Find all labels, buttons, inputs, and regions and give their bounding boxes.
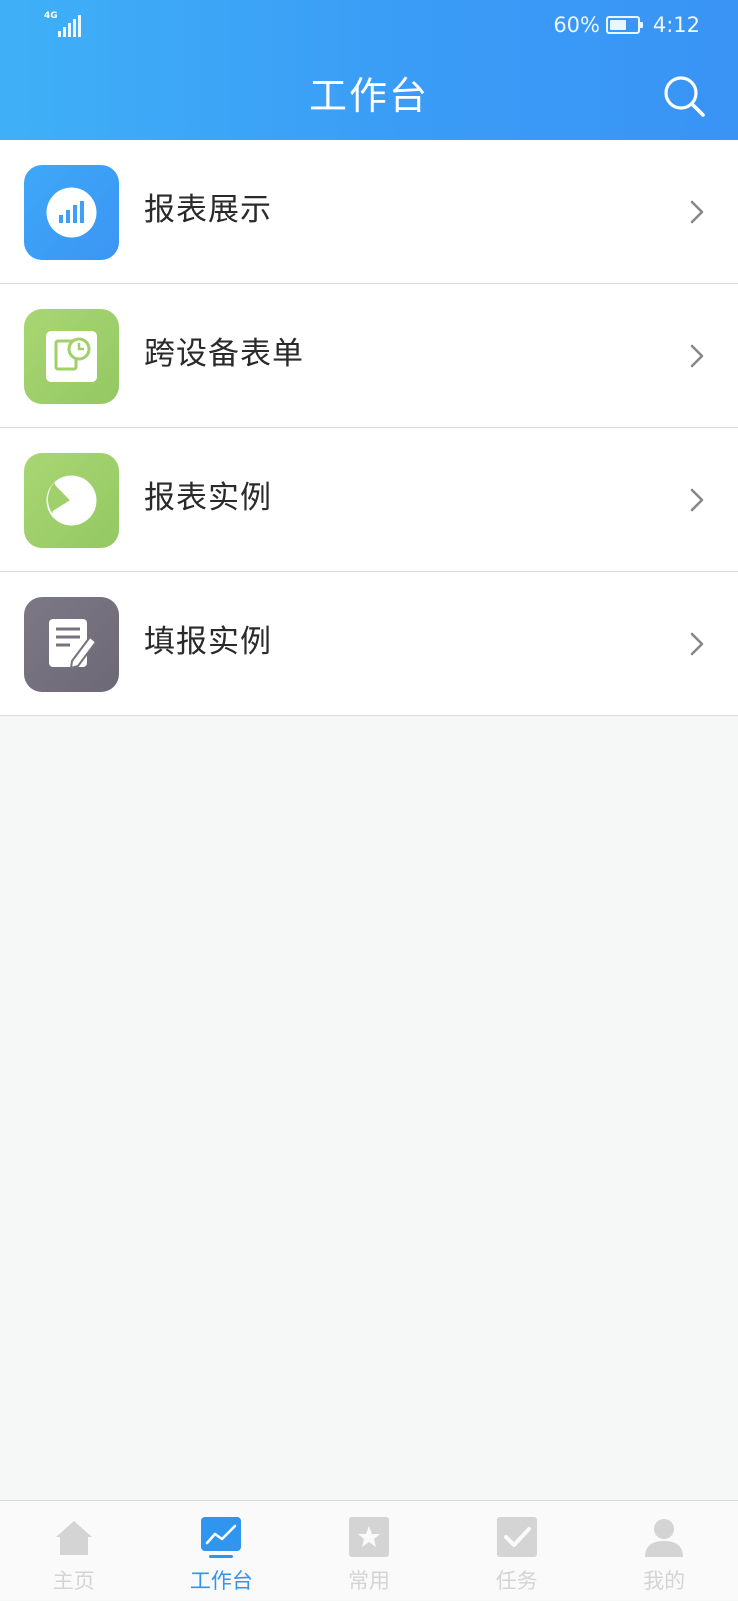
clock: 4:12: [652, 13, 700, 37]
tab-label: 任务: [495, 1569, 538, 1593]
signal-icon: 4G: [44, 12, 84, 38]
tab-label: 常用: [347, 1569, 390, 1593]
workbench-list: 报表展示 跨设备表单 报表实例 填报实例: [0, 140, 738, 716]
chevron-right-icon: [690, 488, 704, 512]
report-instance-icon: [24, 453, 119, 548]
check-icon: [496, 1517, 537, 1557]
tab-workbench[interactable]: 工作台: [148, 1501, 296, 1601]
list-item-fill-instance[interactable]: 填报实例: [0, 572, 738, 716]
list-item-report-instance[interactable]: 报表实例: [0, 428, 738, 572]
tab-label: 主页: [52, 1569, 95, 1593]
app-header: 4G 60% 4:12 工作台: [0, 0, 738, 140]
bottom-tab-bar: 主页 工作台 常用 任务 我的: [0, 1500, 738, 1600]
line-chart-icon: [201, 1517, 242, 1558]
clock-document-icon: [46, 331, 97, 382]
signal-bars-icon: [58, 15, 84, 37]
cross-device-form-icon: [24, 309, 119, 404]
list-item-report-display[interactable]: 报表展示: [0, 140, 738, 284]
list-item-cross-device-form[interactable]: 跨设备表单: [0, 284, 738, 428]
page-title: 工作台: [308, 74, 429, 118]
tab-mine[interactable]: 我的: [590, 1501, 738, 1601]
search-icon: [664, 76, 705, 117]
chevron-right-icon: [690, 632, 704, 656]
tab-common[interactable]: 常用: [295, 1501, 443, 1601]
fill-instance-icon: [24, 597, 119, 692]
tab-label: 我的: [643, 1569, 686, 1593]
star-icon: [348, 1517, 389, 1557]
tab-label: 工作台: [189, 1569, 253, 1593]
list-item-label: 报表展示: [144, 192, 272, 228]
bar-chart-icon: [46, 187, 97, 238]
report-display-icon: [24, 165, 119, 260]
edit-form-icon: [49, 619, 98, 670]
pie-chart-icon: [46, 475, 97, 526]
list-item-label: 填报实例: [144, 624, 272, 660]
tab-tasks[interactable]: 任务: [443, 1501, 591, 1601]
list-item-label: 报表实例: [144, 480, 272, 516]
battery-icon: [606, 16, 643, 34]
list-item-label: 跨设备表单: [144, 336, 304, 372]
battery-fill: [610, 20, 626, 30]
search-button[interactable]: [660, 72, 708, 120]
chevron-right-icon: [690, 200, 704, 224]
network-label: 4G: [44, 11, 58, 21]
user-icon: [645, 1519, 684, 1557]
battery-percent: 60%: [553, 13, 600, 37]
home-icon: [55, 1521, 92, 1555]
tab-home[interactable]: 主页: [0, 1501, 148, 1601]
chevron-right-icon: [690, 344, 704, 368]
status-bar: 4G 60% 4:12: [0, 0, 738, 52]
